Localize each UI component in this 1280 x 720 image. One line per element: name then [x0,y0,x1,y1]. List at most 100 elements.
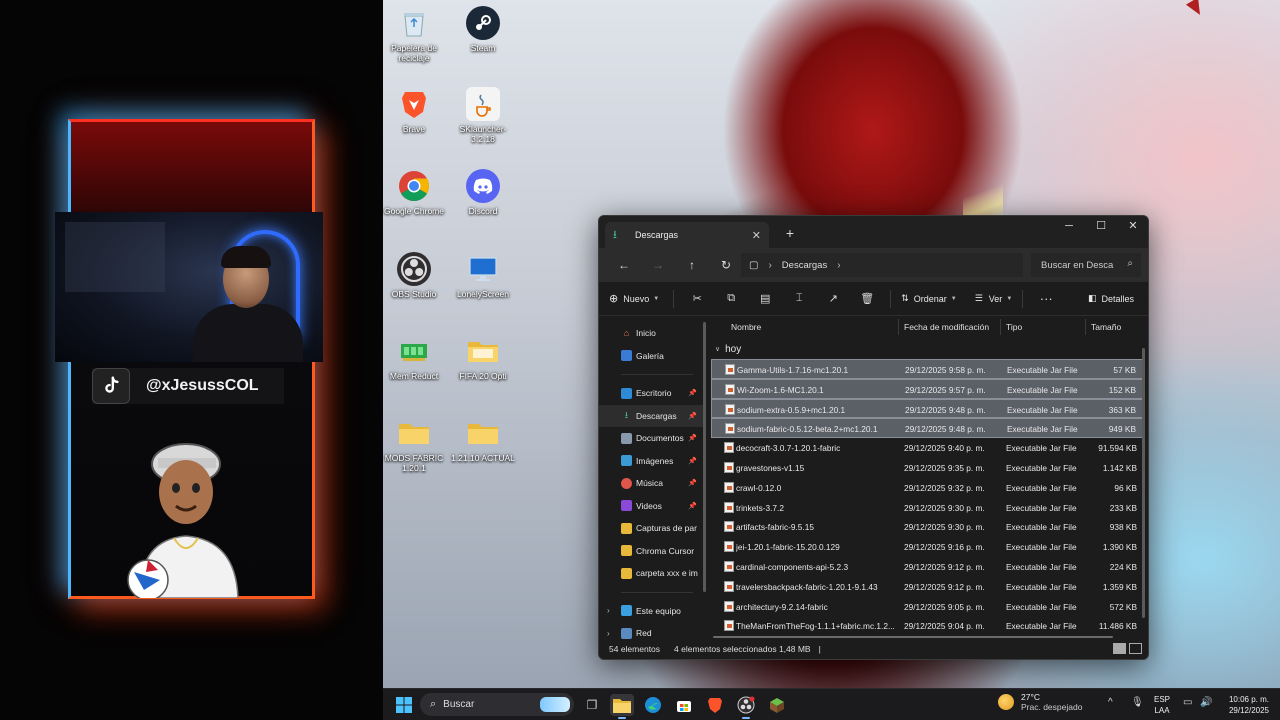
start-button[interactable] [392,694,416,716]
table-row[interactable]: jei-1.20.1-fabric-15.20.0.129 29/12/2025 … [711,537,1143,557]
desktop-icon-mods-folder[interactable]: MODS FABRIC 1.20.1 [383,416,446,473]
desktop-icon-steam[interactable]: Steam [451,6,515,53]
network-icon[interactable]: ▭ [1183,697,1192,708]
paste-button[interactable]: ▤ [748,287,782,311]
table-row[interactable]: architectury-9.2.14-fabric 29/12/2025 9:0… [711,597,1143,617]
table-row[interactable]: gravestones-v1.15 29/12/2025 9:35 p. m. Ex… [711,458,1143,478]
cut-button[interactable]: ✂ [680,287,714,311]
chevron-right-icon[interactable]: › [607,629,610,638]
desktop-icon-lonelyscreen[interactable]: LonelyScreen [451,252,515,299]
minimize-button[interactable]: ─ [1053,216,1085,238]
column-divider[interactable] [1000,319,1001,335]
desktop-icon-brave[interactable]: Brave [383,87,446,134]
sidebar-item-capturas[interactable]: Capturas de par [599,517,705,540]
taskbar-edge[interactable] [641,694,665,716]
chevron-right-icon[interactable]: › [837,260,840,271]
sidebar-item-musica[interactable]: Música 📌 [599,472,705,495]
desktop-icon-actual-folder[interactable]: 1.21.10 ACTUAL [451,416,515,463]
address-bar[interactable]: ▢ › Descargas › [741,253,1023,277]
view-button[interactable]: ☰ Ver ▼ [975,293,1013,304]
column-header-size[interactable]: Tamaño [1091,322,1121,332]
table-row[interactable]: crawl-0.12.0 29/12/2025 9:32 p. m. Executa… [711,478,1143,498]
sidebar-item-chroma-cursor[interactable]: Chroma Cursor [599,540,705,563]
table-row[interactable]: sodium-fabric-0.5.12-beta.2+mc1.20.1 29/1… [711,418,1143,439]
table-row[interactable]: trinkets-3.7.2 29/12/2025 9:30 p. m. Execu… [711,498,1143,518]
sidebar-item-carpeta[interactable]: carpeta xxx e im [599,562,705,585]
details-label: Detalles [1101,293,1134,304]
task-view-button[interactable]: ❐ [580,694,604,716]
tiles-view-button[interactable] [1129,643,1142,654]
sidebar-item-galeria[interactable]: Galería [599,345,705,368]
sidebar-item-este-equipo[interactable]: › Este equipo [599,600,705,623]
delete-button[interactable]: 🗑 [850,287,884,311]
desktop-icon-fifa-folder[interactable]: FIFA 20 Opti [451,334,515,381]
table-row[interactable]: decocraft-3.0.7-1.20.1-fabric 29/12/2025 … [711,438,1143,458]
column-header-modified[interactable]: Fecha de modificación [904,322,989,332]
table-row[interactable]: travelersbackpack-fabric-1.20.1-9.1.43 29… [711,577,1143,597]
sidebar-item-descargas[interactable]: ⭳ Descargas 📌 [599,404,705,427]
more-options-button[interactable]: ··· [1029,287,1063,311]
table-row[interactable]: sodium-extra-0.5.9+mc1.20.1 29/12/2025 9:… [711,398,1143,419]
volume-icon[interactable]: 🔊 [1200,697,1212,708]
desktop-icon-label: Discord [468,206,498,216]
chevron-up-icon[interactable]: ^ [1108,697,1113,708]
weather-widget[interactable]: 27°C Prac. despejado [998,692,1082,712]
file-list-scrollbar[interactable] [1142,348,1145,618]
file-date: 29/12/2025 9:40 p. m. [904,443,985,454]
desktop-icon-mem-reduct[interactable]: Mem Reduct [383,334,446,381]
desktop-icon-label: OBS Studio [391,289,437,299]
sidebar-item-documentos[interactable]: Documentos 📌 [599,427,705,450]
column-header-name[interactable]: Nombre [731,322,761,332]
column-divider[interactable] [898,319,899,335]
desktop-icon-chrome[interactable]: Google Chrome [383,169,446,216]
back-button[interactable]: ← [607,253,641,277]
desktop-icon-obs[interactable]: OBS Studio [383,252,446,299]
rename-button[interactable]: ⌶ [782,287,816,311]
table-row[interactable]: TheManFromTheFog-1.1.1+fabric.mc.1.2... 2… [711,616,1143,636]
taskbar-minecraft[interactable] [765,694,789,716]
sidebar-item-escritorio[interactable]: Escritorio 📌 [599,382,705,405]
close-tab-icon[interactable]: ✕ [752,229,761,242]
details-view-button[interactable] [1113,643,1126,654]
sidebar-item-inicio[interactable]: ⌂ Inicio [599,322,705,345]
clock[interactable]: 10:06 p. m. 29/12/2025 [1219,694,1269,716]
column-header-type[interactable]: Tipo [1006,322,1022,332]
new-tab-button[interactable]: + [781,224,799,242]
file-type: Executable Jar File [1006,601,1077,612]
taskbar-obs[interactable] [734,694,758,719]
details-pane-button[interactable]: ◧ Detalles [1088,293,1134,304]
taskbar-brave[interactable] [703,694,727,716]
sort-button[interactable]: ⇅ Ordenar ▼ [901,293,957,304]
taskbar-search[interactable]: ⌕ Buscar [420,693,574,716]
desktop-icon-recycle-bin[interactable]: Papelera de reciclaje [383,6,446,63]
sidebar-scrollbar[interactable] [703,322,706,592]
share-button[interactable]: ↗ [816,287,850,311]
up-button[interactable]: ↑ [675,253,709,277]
sidebar-item-videos[interactable]: Videos 📌 [599,495,705,518]
taskbar-store[interactable] [672,694,696,716]
refresh-button[interactable]: ↻ [709,253,743,277]
column-divider[interactable] [1085,319,1086,335]
table-row[interactable]: Wi-Zoom-1.6-MC1.20.1 29/12/2025 9:57 p. m… [711,378,1143,399]
taskbar-explorer[interactable] [610,694,634,719]
table-row[interactable]: cardinal-components-api-5.2.3 29/12/2025 … [711,557,1143,577]
jar-file-icon [724,501,734,513]
new-button[interactable]: ⊕ Nuevo ▼ [609,292,659,305]
tab-descargas[interactable]: ⭳ Descargas ✕ [605,222,769,248]
desktop-icon-sklauncher[interactable]: SKlauncher-3.2.18 [451,87,515,144]
breadcrumb[interactable]: Descargas [782,260,827,271]
desktop-icon-discord[interactable]: Discord [451,169,515,216]
sidebar-item-imagenes[interactable]: Imágenes 📌 [599,450,705,473]
search-input[interactable]: Buscar en Desca ⌕ [1031,253,1141,277]
table-row[interactable]: Gamma-Utils-1.7.16-mc1.20.1 29/12/2025 9:… [711,359,1143,379]
maximize-button[interactable]: ☐ [1085,216,1117,238]
close-window-button[interactable]: ✕ [1117,216,1148,238]
table-row[interactable]: artifacts-fabric-9.5.15 29/12/2025 9:30 p… [711,517,1143,537]
file-list-horizontal-scrollbar[interactable] [713,636,1113,638]
chevron-right-icon[interactable]: › [607,606,610,615]
input-language-indicator[interactable]: ESP LAA [1154,694,1170,716]
forward-button[interactable]: → [641,253,675,277]
group-header[interactable]: ∨ hoy [711,339,1143,359]
copy-button[interactable]: ⧉ [714,287,748,311]
microphone-icon[interactable]: 🎙 [1131,697,1144,708]
